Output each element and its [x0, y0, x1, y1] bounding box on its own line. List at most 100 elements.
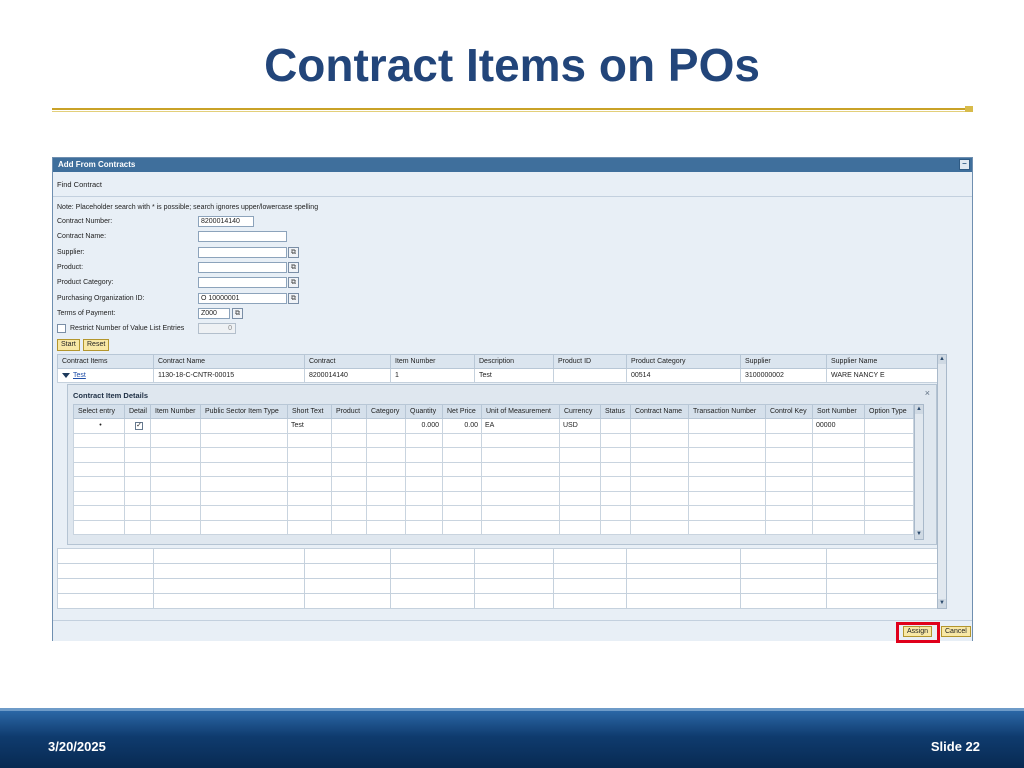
value-help-icon[interactable]: ⧉ — [288, 277, 299, 288]
contract-name-cell — [630, 418, 689, 434]
contract-number-label: Contract Number: — [57, 218, 113, 225]
column-header[interactable]: Sort Number — [812, 404, 865, 419]
column-header[interactable]: Contract — [304, 354, 391, 369]
uom-cell: EA — [481, 418, 560, 434]
table-row — [57, 593, 938, 609]
footer-date: 3/20/2025 — [48, 739, 106, 754]
search-note: Note: Placeholder search with * is possi… — [57, 204, 319, 211]
column-header[interactable]: Control Key — [765, 404, 813, 419]
column-header[interactable]: Product ID — [553, 354, 627, 369]
value-help-icon[interactable]: ⧉ — [288, 262, 299, 273]
select-entry-cell[interactable]: • — [73, 418, 125, 434]
contract-name-input[interactable] — [198, 231, 287, 242]
expand-triangle-icon[interactable] — [62, 372, 70, 378]
scroll-up-icon[interactable]: ▲ — [915, 405, 923, 414]
value-help-icon[interactable]: ⧉ — [288, 293, 299, 304]
product-category-input[interactable] — [198, 277, 287, 288]
minimize-icon[interactable]: – — [959, 159, 970, 170]
restrict-checkbox[interactable] — [57, 324, 66, 333]
restrict-count-input: 0 — [198, 323, 236, 334]
supplier-label: Supplier: — [57, 249, 85, 256]
detail-header-row: Select entry Detail Item Number Public S… — [73, 404, 914, 419]
start-button[interactable]: Start — [57, 339, 80, 351]
reset-button[interactable]: Reset — [83, 339, 110, 351]
column-header[interactable]: Net Price — [442, 404, 482, 419]
cancel-button[interactable]: Cancel — [941, 626, 971, 637]
category-cell — [366, 418, 406, 434]
net-price-cell: 0.00 — [442, 418, 482, 434]
supplier-input[interactable] — [198, 247, 287, 258]
product-category-label: Product Category: — [57, 279, 114, 286]
column-header[interactable]: Transaction Number — [688, 404, 766, 419]
slide: Contract Items on POs Add From Contracts… — [0, 0, 1024, 768]
scroll-down-icon[interactable]: ▼ — [915, 530, 923, 539]
purchasing-org-label: Purchasing Organization ID: — [57, 295, 145, 302]
title-divider — [52, 108, 972, 112]
supplier-cell: 3100000002 — [740, 368, 827, 383]
contract-item-link-cell[interactable]: Test — [57, 368, 154, 383]
results-scrollbar[interactable]: ▲ ▼ — [937, 354, 947, 609]
column-header[interactable]: Contract Name — [630, 404, 689, 419]
terms-of-payment-label: Terms of Payment: — [57, 310, 116, 317]
column-header[interactable]: Category — [366, 404, 406, 419]
control-key-cell — [765, 418, 813, 434]
column-header[interactable]: Contract Items — [57, 354, 154, 369]
column-header[interactable]: Select entry — [73, 404, 125, 419]
option-type-cell — [864, 418, 914, 434]
detail-scrollbar[interactable]: ▲ ▼ — [914, 404, 924, 540]
table-row[interactable]: Test 1130-18-C-CNTR-00015 8200014140 1 T… — [57, 368, 938, 383]
contract-cell: 8200014140 — [304, 368, 391, 383]
table-row[interactable]: • ✓ Test 0.000 0.00 EA USD 00000 — [73, 418, 914, 434]
column-header[interactable]: Public Sector Item Type — [200, 404, 288, 419]
window-footer — [53, 620, 972, 641]
table-row — [73, 461, 914, 477]
close-icon[interactable]: × — [925, 388, 930, 398]
quantity-cell[interactable]: 0.000 — [405, 418, 443, 434]
terms-of-payment-input[interactable]: Z000 — [198, 308, 230, 319]
column-header[interactable]: Contract Name — [153, 354, 305, 369]
column-header[interactable]: Item Number — [150, 404, 201, 419]
column-header[interactable]: Product Category — [626, 354, 741, 369]
column-header[interactable]: Description — [474, 354, 554, 369]
column-header[interactable]: Unit of Measurement — [481, 404, 560, 419]
column-header[interactable]: Short Text — [287, 404, 332, 419]
detail-title: Contract Item Details — [73, 391, 149, 400]
transaction-number-cell — [688, 418, 766, 434]
contract-number-input[interactable]: 8200014140 — [198, 216, 254, 227]
detail-checkbox[interactable]: ✓ — [135, 421, 143, 430]
product-label: Product: — [57, 264, 84, 271]
contract-item-details-panel: Contract Item Details × Select entry Det… — [67, 384, 937, 545]
contract-item-details-table: Select entry Detail Item Number Public S… — [73, 404, 914, 535]
scroll-down-icon[interactable]: ▼ — [938, 599, 946, 608]
column-header[interactable]: Item Number — [390, 354, 475, 369]
table-header-row: Contract Items Contract Name Contract It… — [57, 354, 938, 369]
window-title: Add From Contracts — [58, 160, 136, 169]
scroll-up-icon[interactable]: ▲ — [938, 355, 946, 364]
column-header[interactable]: Detail — [124, 404, 151, 419]
column-header[interactable]: Status — [600, 404, 631, 419]
column-header[interactable]: Quantity — [405, 404, 443, 419]
product-input[interactable] — [198, 262, 287, 273]
value-help-icon[interactable]: ⧉ — [288, 247, 299, 258]
find-contract-label: Find Contract — [57, 180, 103, 189]
column-header[interactable]: Product — [331, 404, 367, 419]
contract-item-link[interactable]: Test — [73, 372, 86, 379]
column-header[interactable]: Option Type — [864, 404, 914, 419]
purchasing-org-input[interactable]: O 10000001 — [198, 293, 287, 304]
column-header[interactable]: Currency — [559, 404, 601, 419]
product-category-cell: 00514 — [626, 368, 741, 383]
detail-cell[interactable]: ✓ — [124, 418, 151, 434]
slide-footer: 3/20/2025 Slide 22 — [0, 708, 1024, 768]
column-header[interactable]: Supplier Name — [826, 354, 938, 369]
supplier-name-cell: WARE NANCY E — [826, 368, 938, 383]
table-row — [57, 563, 938, 579]
column-header[interactable]: Supplier — [740, 354, 827, 369]
currency-cell: USD — [559, 418, 601, 434]
contract-results-empty-rows — [57, 548, 938, 609]
table-row — [73, 490, 914, 506]
table-row — [73, 432, 914, 448]
value-help-icon[interactable]: ⧉ — [232, 308, 243, 319]
item-number-cell — [150, 418, 201, 434]
item-number-cell: 1 — [390, 368, 475, 383]
contract-name-cell: 1130-18-C-CNTR-00015 — [153, 368, 305, 383]
